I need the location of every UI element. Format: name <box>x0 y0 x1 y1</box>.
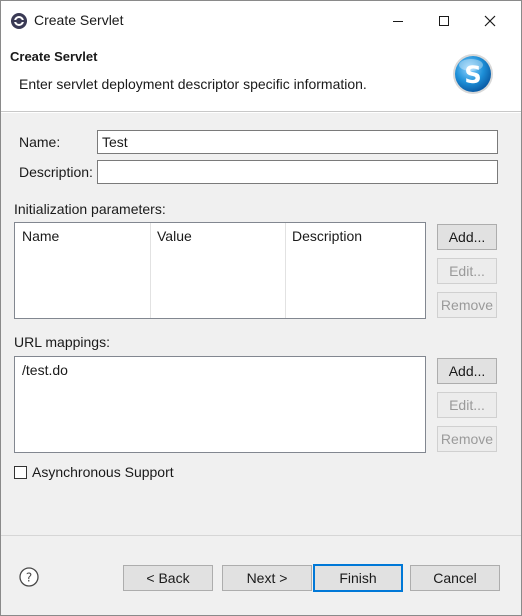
eclipse-gear-icon <box>10 12 28 30</box>
svg-text:?: ? <box>26 571 32 585</box>
url-mappings-edit-button[interactable]: Edit... <box>437 392 497 418</box>
next-button[interactable]: Next > <box>222 565 312 591</box>
column-header-value[interactable]: Value <box>157 228 192 244</box>
maximize-icon <box>439 16 449 26</box>
list-item[interactable]: /test.do <box>22 362 68 378</box>
init-params-label: Initialization parameters: <box>14 201 166 217</box>
init-params-remove-button[interactable]: Remove <box>437 292 497 318</box>
servlet-s-icon: S <box>451 52 495 96</box>
async-support-checkbox[interactable] <box>14 466 27 479</box>
init-params-edit-button[interactable]: Edit... <box>437 258 497 284</box>
name-field[interactable]: Test <box>97 130 498 154</box>
back-button[interactable]: < Back <box>123 565 213 591</box>
minimize-icon <box>393 21 403 22</box>
column-header-description[interactable]: Description <box>292 228 362 244</box>
cancel-button[interactable]: Cancel <box>410 565 500 591</box>
wizard-page-title: Create Servlet <box>10 49 98 64</box>
finish-button[interactable]: Finish <box>313 564 403 592</box>
column-separator <box>150 223 151 318</box>
url-mappings-remove-button[interactable]: Remove <box>437 426 497 452</box>
svg-text:S: S <box>464 61 481 89</box>
close-icon <box>484 15 496 27</box>
url-mappings-list[interactable] <box>14 356 426 453</box>
window-title: Create Servlet <box>34 12 124 28</box>
wizard-page-description: Enter servlet deployment descriptor spec… <box>19 76 367 92</box>
url-mappings-add-button[interactable]: Add... <box>437 358 497 384</box>
init-params-add-button[interactable]: Add... <box>437 224 497 250</box>
close-button[interactable] <box>467 1 513 41</box>
async-support-label[interactable]: Asynchronous Support <box>32 464 174 480</box>
column-header-name[interactable]: Name <box>22 228 59 244</box>
url-mappings-label: URL mappings: <box>14 334 110 350</box>
name-label: Name: <box>19 134 61 150</box>
description-field[interactable] <box>97 160 498 184</box>
column-separator <box>285 223 286 318</box>
description-label: Description: <box>19 164 93 180</box>
init-params-table[interactable] <box>14 222 426 319</box>
maximize-button[interactable] <box>421 1 467 41</box>
minimize-button[interactable] <box>375 1 421 41</box>
help-icon[interactable]: ? <box>19 567 39 587</box>
